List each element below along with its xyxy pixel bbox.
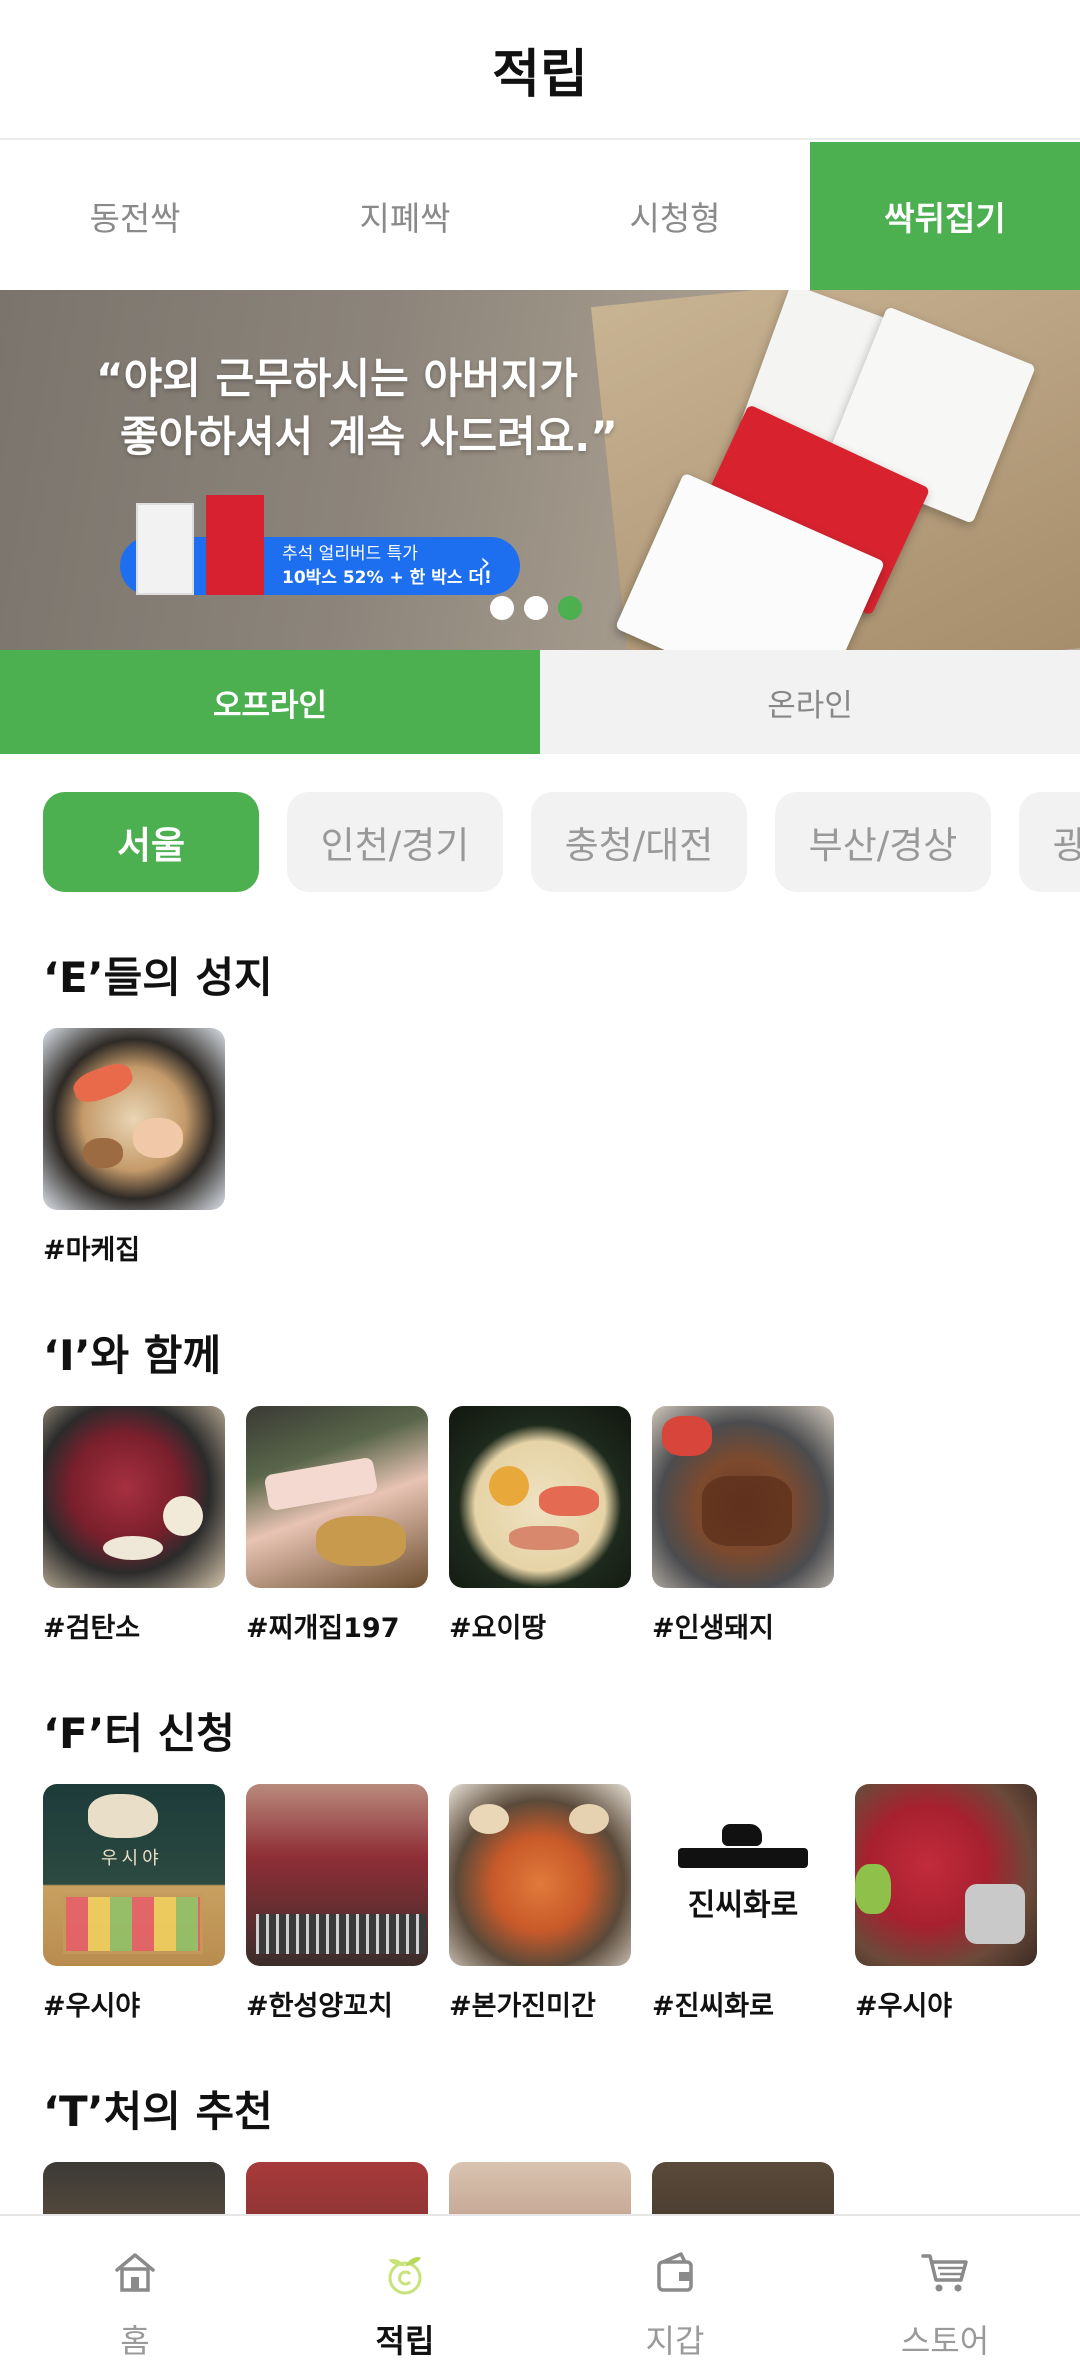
shop-thumbnail[interactable] xyxy=(855,1784,1037,1966)
tab-offline[interactable]: 오프라인 xyxy=(0,650,540,754)
promo-line2: 10박스 52% + 한 박스 더! xyxy=(282,568,492,588)
carousel-indicator xyxy=(490,596,582,620)
nav-earn[interactable]: 적립 xyxy=(270,2216,540,2372)
wallet-icon xyxy=(647,2244,703,2300)
shop-list: #마케집 xyxy=(43,1028,1043,1267)
tab-flip[interactable]: 싹뒤집기 xyxy=(810,142,1080,290)
shop-item[interactable]: #인생돼지 xyxy=(652,1406,834,1645)
tab-coin[interactable]: 동전싹 xyxy=(0,142,270,290)
section-title: ‘I’와 함께 xyxy=(43,1331,222,1380)
top-tab-bar: 동전싹 지폐싹 시청형 싹뒤집기 xyxy=(0,142,1080,290)
region-chip-incheon-gyeonggi[interactable]: 인천/경기 xyxy=(287,792,503,892)
app-header: 적립 xyxy=(0,0,1080,140)
shop-logo-jinssi[interactable]: 진씨화로 xyxy=(652,1784,834,1966)
tab-online[interactable]: 온라인 xyxy=(540,650,1080,754)
shop-item[interactable]: #한성양꼬치 xyxy=(246,1784,428,2023)
shop-tag: #본가진미간 xyxy=(449,1991,596,2022)
region-chip-busan-gyeongsang[interactable]: 부산/경상 xyxy=(775,792,991,892)
shop-tag: #우시야 xyxy=(855,1991,953,2022)
home-icon xyxy=(107,2244,163,2300)
promo-line1: 추석 얼리버드 특가 xyxy=(282,544,418,564)
shop-item[interactable]: #우시야 xyxy=(855,1784,1037,2023)
shop-thumbnail[interactable] xyxy=(652,1406,834,1588)
section-title: ‘F’터 신청 xyxy=(43,1709,235,1758)
nav-label: 홈 xyxy=(120,2322,150,2360)
nav-wallet[interactable]: 지갑 xyxy=(540,2216,810,2372)
shop-thumbnail[interactable]: 우시야 xyxy=(43,1784,225,1966)
shop-tag: #검탄소 xyxy=(43,1613,141,1644)
cow-icon xyxy=(722,1824,762,1846)
section-title: ‘T’처의 추천 xyxy=(43,2087,273,2136)
shop-item[interactable]: 진씨화로 #진씨화로 xyxy=(652,1784,834,2023)
shop-item[interactable]: 우시야 #우시야 xyxy=(43,1784,225,2023)
banner-quote: “야외 근무하시는 아버지가 좋아하셔서 계속 사드려요.” xyxy=(96,350,618,466)
shop-item[interactable]: #찌개집197 xyxy=(246,1406,428,1645)
shop-thumbnail[interactable] xyxy=(43,1028,225,1210)
banner-quote-line1: “야외 근무하시는 아버지가 xyxy=(96,354,578,403)
shop-thumbnail[interactable] xyxy=(246,1784,428,1966)
mode-tab-bar: 오프라인 온라인 xyxy=(0,650,1080,754)
nav-label: 적립 xyxy=(375,2322,435,2360)
region-chip-seoul[interactable]: 서울 xyxy=(43,792,259,892)
chevron-right-icon: › xyxy=(480,548,491,578)
shop-tag: #진씨화로 xyxy=(652,1991,774,2022)
shop-thumbnail[interactable] xyxy=(449,1784,631,1966)
banner-quote-line2: 좋아하셔서 계속 사드려요.” xyxy=(120,412,618,461)
nav-label: 스토어 xyxy=(900,2322,990,2360)
region-chip-chungcheong-daejeon[interactable]: 충청/대전 xyxy=(531,792,747,892)
nav-store[interactable]: 스토어 xyxy=(810,2216,1080,2372)
bottom-nav: 홈 적립 지갑 스토어 xyxy=(0,2214,1080,2372)
shop-item[interactable]: #마케집 xyxy=(43,1028,225,1267)
shop-tag: #한성양꼬치 xyxy=(246,1991,393,2022)
shop-item[interactable]: #요이땅 xyxy=(449,1406,631,1645)
promo-banner[interactable]: “야외 근무하시는 아버지가 좋아하셔서 계속 사드려요.” 추석 얼리버드 특… xyxy=(0,290,1080,650)
shop-tag: #마케집 xyxy=(43,1235,141,1266)
section-i: ‘I’와 함께 #검탄소 #찌개집197 #요이땅 #인생돼지 xyxy=(43,1326,1043,1645)
promo-product-image xyxy=(136,495,266,595)
shop-tag: #요이땅 xyxy=(449,1613,547,1644)
shop-tag: #우시야 xyxy=(43,1991,141,2022)
section-title: ‘E’들의 성지 xyxy=(43,953,273,1002)
shop-list: #검탄소 #찌개집197 #요이땅 #인생돼지 xyxy=(43,1406,1043,1645)
shop-item[interactable]: #본가진미간 xyxy=(449,1784,631,2023)
tab-watch[interactable]: 시청형 xyxy=(540,142,810,290)
product-box-red xyxy=(206,495,264,595)
section-e: ‘E’들의 성지 #마케집 xyxy=(43,948,1043,1267)
region-chip-gwangju-jeolla[interactable]: 광주/전라 xyxy=(1019,792,1080,892)
tab-bill[interactable]: 지폐싹 xyxy=(270,142,540,290)
section-f: ‘F’터 신청 우시야 #우시야 #한성양꼬치 #본가진미간 진씨화로 #진씨화… xyxy=(43,1704,1043,2023)
shop-list: 우시야 #우시야 #한성양꼬치 #본가진미간 진씨화로 #진씨화로 #우시야 xyxy=(43,1784,1043,2023)
shop-thumbnail[interactable] xyxy=(43,1406,225,1588)
region-chip-list: 서울 인천/경기 충청/대전 부산/경상 광주/전라 xyxy=(43,792,1080,892)
nav-label: 지갑 xyxy=(645,2322,705,2360)
carousel-dot[interactable] xyxy=(490,596,514,620)
jinssi-logo-text: 진씨화로 xyxy=(687,1888,799,1923)
usiya-sign-text: 우시야 xyxy=(101,1848,163,1869)
cart-icon xyxy=(917,2244,973,2300)
shop-thumbnail[interactable] xyxy=(246,1406,428,1588)
carousel-dot[interactable] xyxy=(524,596,548,620)
promo-text: 추석 얼리버드 특가 10박스 52% + 한 박스 더! xyxy=(282,542,492,590)
sprout-coin-icon xyxy=(377,2244,433,2300)
nav-home[interactable]: 홈 xyxy=(0,2216,270,2372)
shop-thumbnail[interactable] xyxy=(449,1406,631,1588)
shop-item[interactable]: #검탄소 xyxy=(43,1406,225,1645)
page-title: 적립 xyxy=(492,44,588,105)
shop-tag: #찌개집197 xyxy=(246,1613,400,1644)
product-box-white xyxy=(136,503,194,595)
carousel-dot-active[interactable] xyxy=(558,596,582,620)
logo-ribbon xyxy=(678,1848,808,1868)
shop-tag: #인생돼지 xyxy=(652,1613,774,1644)
